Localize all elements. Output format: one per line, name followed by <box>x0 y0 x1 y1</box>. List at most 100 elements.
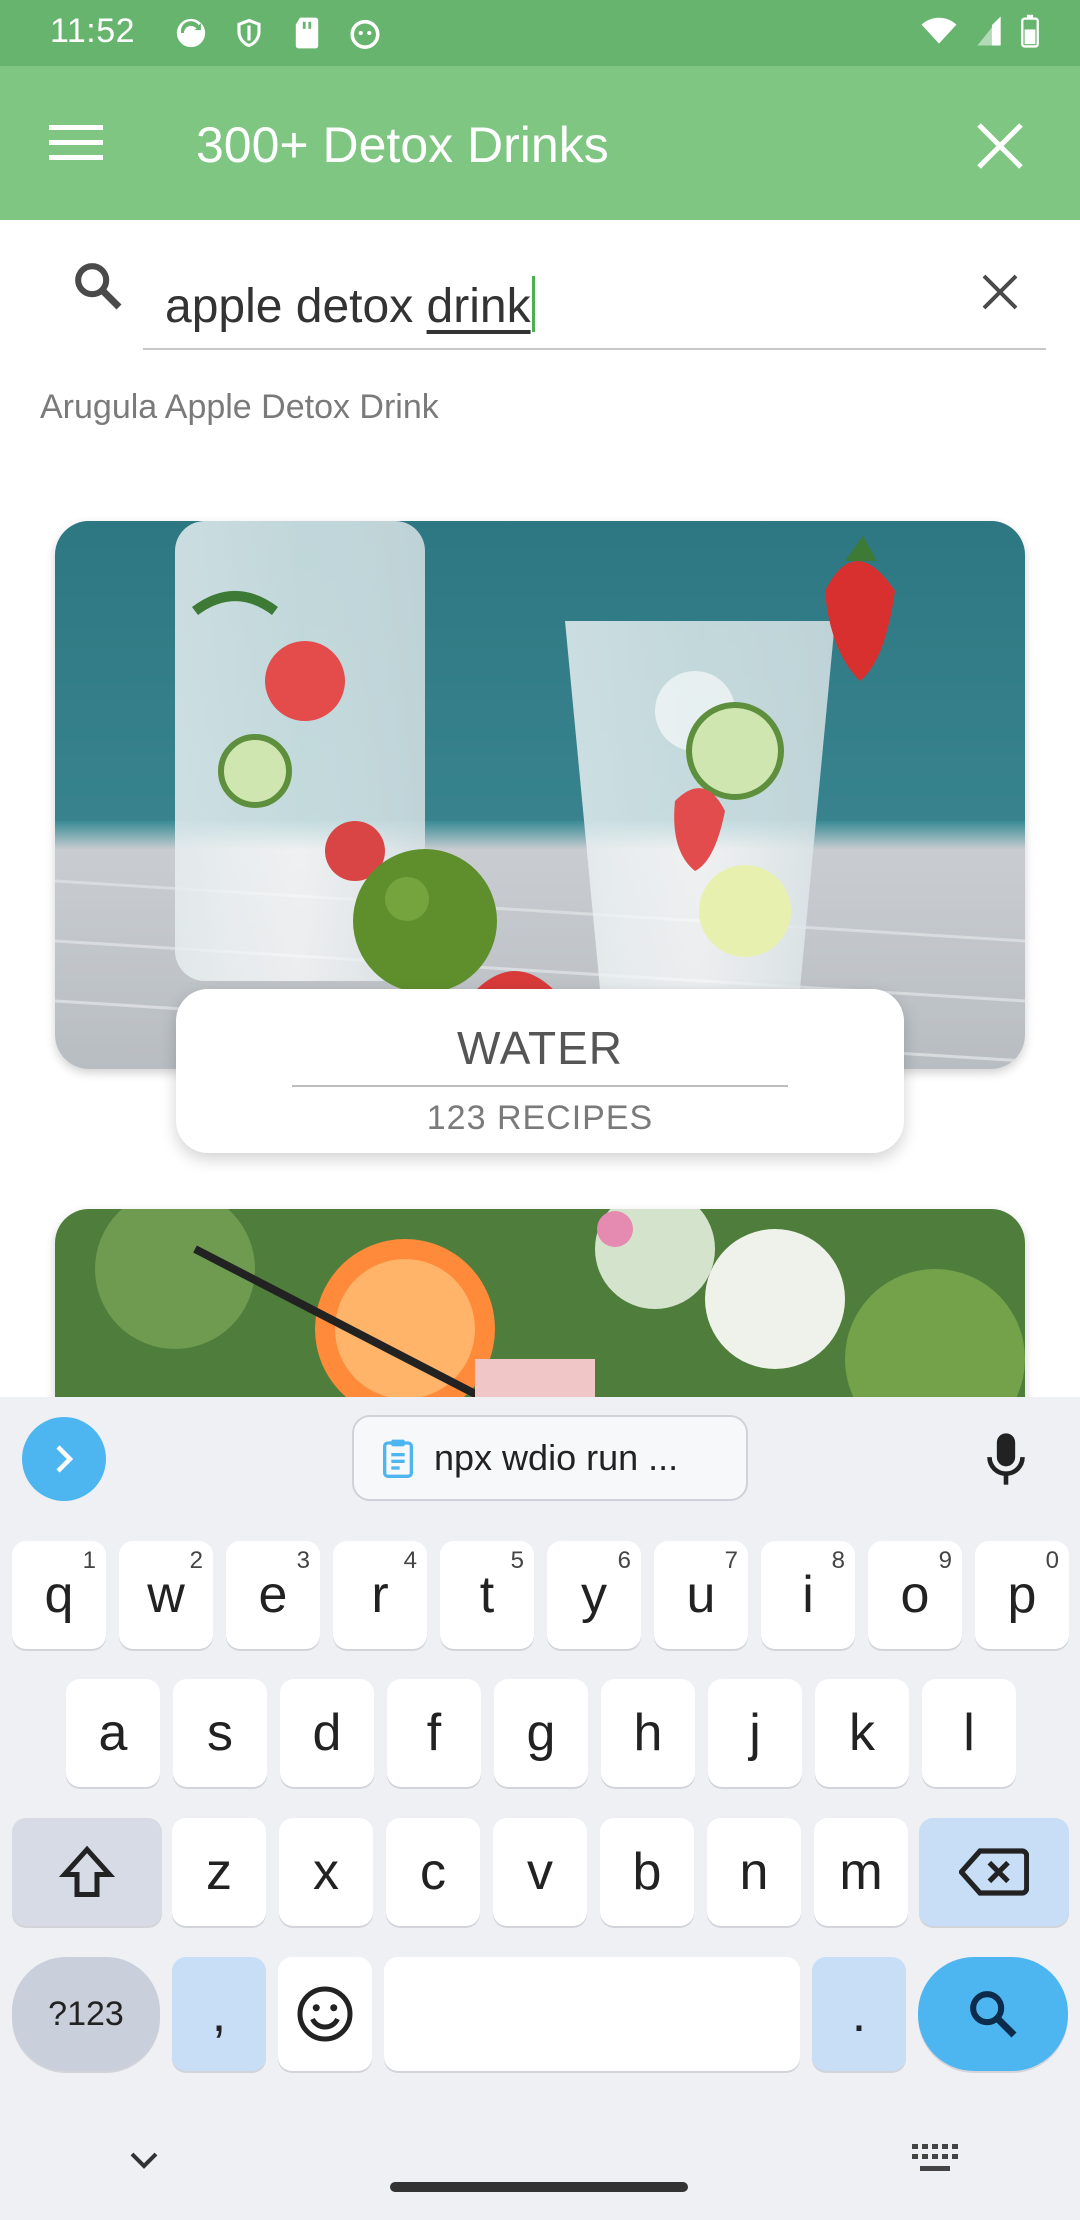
key-u[interactable]: u7 <box>654 1541 748 1649</box>
clear-search-button[interactable] <box>960 252 1040 332</box>
comma-key[interactable]: , <box>172 1957 266 2071</box>
shield-icon <box>230 14 268 52</box>
search-action-key[interactable] <box>918 1957 1068 2071</box>
search-bar: apple detox drink <box>0 220 1080 360</box>
key-b[interactable]: b <box>600 1818 694 1926</box>
key-f-label: f <box>426 1704 442 1762</box>
clipboard-suggestion-chip[interactable]: npx wdio run ... <box>352 1415 748 1501</box>
key-e-label: e <box>258 1566 288 1624</box>
key-d[interactable]: d <box>280 1679 374 1787</box>
comma-key-label: , <box>211 1985 227 2043</box>
home-indicator[interactable] <box>390 2182 688 2192</box>
key-s[interactable]: s <box>173 1679 267 1787</box>
search-value-composing: drink <box>426 280 531 333</box>
key-i-hint: 8 <box>831 1547 845 1574</box>
key-m[interactable]: m <box>814 1818 908 1926</box>
key-o-label: o <box>900 1566 930 1624</box>
status-system-icons <box>920 14 1040 53</box>
key-p[interactable]: p0 <box>975 1541 1069 1649</box>
key-c[interactable]: c <box>386 1818 480 1926</box>
key-y-label: y <box>581 1566 607 1624</box>
key-r-label: r <box>371 1566 389 1624</box>
key-h[interactable]: h <box>601 1679 695 1787</box>
backspace-icon <box>959 1848 1029 1896</box>
app-title: 300+ Detox Drinks <box>196 117 609 173</box>
keyboard-expand-button[interactable] <box>22 1417 106 1501</box>
key-q-hint: 1 <box>82 1547 96 1574</box>
caption-divider <box>292 1085 788 1087</box>
key-n-label: n <box>739 1843 769 1901</box>
key-d-label: d <box>312 1704 342 1762</box>
key-l-label: l <box>963 1704 975 1762</box>
key-r[interactable]: r4 <box>333 1541 427 1649</box>
key-t[interactable]: t5 <box>440 1541 534 1649</box>
key-t-hint: 5 <box>510 1547 524 1574</box>
key-s-label: s <box>207 1704 233 1762</box>
menu-button[interactable] <box>38 110 114 176</box>
search-suggestion[interactable]: Arugula Apple Detox Drink <box>40 388 439 427</box>
period-key[interactable]: . <box>812 1957 906 2071</box>
key-t-label: t <box>479 1566 495 1624</box>
key-j[interactable]: j <box>708 1679 802 1787</box>
search-input[interactable]: apple detox drink <box>143 244 1046 350</box>
symbols-key[interactable]: ?123 <box>12 1957 160 2071</box>
key-x[interactable]: x <box>279 1818 373 1926</box>
key-z-label: z <box>206 1843 232 1901</box>
key-z[interactable]: z <box>172 1818 266 1926</box>
sync-icon <box>172 14 210 52</box>
keyboard-hide-icon[interactable] <box>124 2140 164 2180</box>
key-e[interactable]: e3 <box>226 1541 320 1649</box>
key-o-hint: 9 <box>938 1547 952 1574</box>
signal-icon <box>974 15 1004 52</box>
category-card-image[interactable] <box>55 521 1025 1069</box>
search-icon <box>970 1991 1017 2038</box>
key-l[interactable]: l <box>922 1679 1016 1787</box>
key-a-label: a <box>98 1704 128 1762</box>
category-recipe-count: 123 RECIPES <box>426 1099 654 1137</box>
category-card-caption[interactable]: WATER 123 RECIPES <box>176 989 904 1153</box>
shift-key[interactable] <box>12 1818 162 1926</box>
key-q-label: q <box>44 1566 74 1624</box>
key-n[interactable]: n <box>707 1818 801 1926</box>
key-k[interactable]: k <box>815 1679 909 1787</box>
key-a[interactable]: a <box>66 1679 160 1787</box>
shift-icon <box>58 1845 116 1897</box>
search-input-value[interactable]: apple detox drink <box>165 276 535 334</box>
key-y[interactable]: y6 <box>547 1541 641 1649</box>
soft-keyboard: npx wdio run ... <box>0 1397 1080 2220</box>
search-value-prefix: apple detox <box>165 280 427 333</box>
android-icon <box>346 14 384 52</box>
key-g[interactable]: g <box>494 1679 588 1787</box>
clear-icon <box>982 274 1018 310</box>
chevron-right-icon <box>56 1445 74 1473</box>
emoji-key[interactable] <box>278 1957 372 2071</box>
key-u-hint: 7 <box>724 1547 738 1574</box>
clipboard-text: npx wdio run ... <box>434 1437 679 1478</box>
category-title: WATER <box>457 1022 623 1074</box>
key-i-label: i <box>802 1566 814 1624</box>
close-search-button[interactable] <box>960 106 1040 186</box>
search-icon <box>70 258 126 314</box>
keyboard-suggestion-strip: npx wdio run ... <box>0 1397 1080 1517</box>
wifi-icon <box>920 15 958 52</box>
key-o[interactable]: o9 <box>868 1541 962 1649</box>
key-p-hint: 0 <box>1045 1547 1059 1574</box>
key-k-label: k <box>849 1704 875 1762</box>
keyboard-switch-icon[interactable] <box>910 2140 962 2180</box>
key-q[interactable]: q1 <box>12 1541 106 1649</box>
key-r-hint: 4 <box>403 1547 417 1574</box>
key-m-label: m <box>839 1843 883 1901</box>
backspace-key[interactable] <box>919 1818 1069 1926</box>
clipboard-icon <box>383 1439 413 1478</box>
key-y-hint: 6 <box>617 1547 631 1574</box>
key-i[interactable]: i8 <box>761 1541 855 1649</box>
space-key[interactable] <box>384 1957 800 2071</box>
key-v[interactable]: v <box>493 1818 587 1926</box>
voice-input-button[interactable] <box>976 1419 1036 1499</box>
microphone-icon <box>987 1433 1025 1485</box>
status-bar: 11:52 <box>0 0 1080 66</box>
key-x-label: x <box>313 1843 339 1901</box>
key-w[interactable]: w2 <box>119 1541 213 1649</box>
key-f[interactable]: f <box>387 1679 481 1787</box>
key-e-hint: 3 <box>296 1547 310 1574</box>
